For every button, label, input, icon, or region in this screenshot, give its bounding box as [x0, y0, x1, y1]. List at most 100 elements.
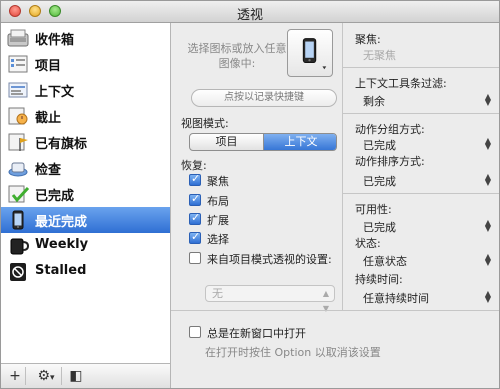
sidebar-item-stalled[interactable]: Stalled	[1, 259, 170, 285]
icon-hint: 选择图标或放入任意图像中:	[187, 42, 287, 70]
duration-label: 持续时间:	[355, 273, 403, 286]
checkbox-box[interactable]	[189, 172, 201, 186]
flag-icon	[8, 133, 28, 151]
sidebar-item-due[interactable]: 截止	[1, 103, 170, 129]
sidebar-item-projects[interactable]: 项目	[1, 51, 170, 77]
perspective-sidebar: 收件箱 项目 上下文 截止 已有旗标 检查 已完成 最近完成 Weekly St…	[1, 23, 171, 363]
context-filter-popup[interactable]: 剩余 ▲ ▼	[343, 91, 499, 109]
sidebar-item-label: 收件箱	[35, 33, 75, 48]
availability-label: 可用性:	[355, 203, 392, 216]
sidebar-toggle-button[interactable]: ◧	[67, 367, 85, 385]
updown-arrow-icon: ▲ ▼	[484, 252, 491, 267]
checkbox-label: 来自项目模式透视的设置:	[207, 253, 332, 266]
due-icon	[8, 107, 28, 125]
mug-icon	[10, 238, 29, 255]
view-mode-label: 视图模式:	[181, 117, 229, 130]
checkbox-box[interactable]	[189, 192, 201, 206]
sidebar-bottom-bar: + ⚙▾ ◧	[1, 363, 171, 388]
checkbox-box[interactable]	[189, 252, 201, 264]
restore-expansion-checkbox[interactable]: 扩展	[189, 211, 337, 228]
sidebar-item-label: 最近完成	[35, 215, 88, 230]
action-sort-label: 动作排序方式:	[355, 155, 425, 168]
checkbox-label: 总是在新窗口中打开	[207, 327, 306, 340]
restore-focus-checkbox[interactable]: 聚焦	[189, 172, 337, 189]
focus-label: 聚焦:	[355, 33, 381, 46]
window-options: 总是在新窗口中打开 在打开时按住 Option 以取消该设置	[171, 311, 499, 363]
project-mode-perspective-popup[interactable]: 无 ▲ ▼	[205, 285, 335, 313]
updown-arrow-icon: ▲ ▼	[484, 92, 491, 107]
sidebar-item-label: 已完成	[35, 189, 75, 204]
popup-value: 任意状态	[363, 255, 407, 268]
sidebar-item-recently-completed[interactable]: 最近完成	[1, 207, 170, 233]
popup-value: 任意持续时间	[363, 292, 429, 305]
icon-well[interactable]	[287, 29, 333, 77]
record-shortcut-button[interactable]: 点按以记录快捷键	[191, 89, 337, 107]
sidebar-item-completed[interactable]: 已完成	[1, 181, 170, 207]
phone-icon	[12, 210, 24, 230]
sidebar-item-inbox[interactable]: 收件箱	[1, 25, 170, 51]
title-bar: 透视	[1, 1, 499, 23]
action-group-popup[interactable]: 已完成 ▲ ▼	[343, 135, 499, 153]
restore-layout-checkbox[interactable]: 布局	[189, 192, 337, 209]
divider	[343, 193, 499, 194]
segment-projects[interactable]: 项目	[190, 134, 264, 150]
duration-popup[interactable]: 任意持续时间 ▲ ▼	[343, 288, 499, 306]
sidebar-item-label: Weekly	[35, 237, 89, 252]
popup-value: 无	[212, 287, 223, 300]
projects-icon	[8, 55, 28, 73]
updown-arrow-icon: ▲ ▼	[484, 218, 491, 233]
restore-selection-checkbox[interactable]: 选择	[189, 230, 337, 247]
status-label: 状态:	[355, 237, 381, 250]
chevron-down-icon: ▾	[50, 373, 55, 383]
popup-value: 已完成	[363, 139, 396, 152]
add-button[interactable]: +	[5, 367, 26, 385]
option-key-note: 在打开时按住 Option 以取消该设置	[205, 346, 381, 359]
sidebar-toggle-icon: ◧	[69, 368, 83, 384]
restore-label: 恢复:	[181, 159, 207, 172]
phone-icon	[302, 38, 327, 70]
updown-arrow-icon: ▲ ▼	[484, 289, 491, 304]
sidebar-item-label: 检查	[35, 163, 62, 178]
view-mode-segmented-control[interactable]: 项目 上下文	[189, 133, 337, 151]
open-in-new-window-checkbox[interactable]: 总是在新窗口中打开	[189, 325, 489, 341]
perspective-filters: 聚焦: 无聚焦 上下文工具条过滤: 剩余 ▲ ▼ 动作分组方式: 已完成 ▲ ▼ 动…	[343, 23, 499, 310]
sidebar-item-label: 项目	[35, 59, 62, 74]
divider	[343, 67, 499, 68]
popup-value: 剩余	[363, 95, 385, 108]
checkbox-box[interactable]	[189, 211, 201, 225]
restore-project-mode-checkbox[interactable]: 来自项目模式透视的设置:	[189, 251, 337, 267]
sidebar-item-flagged[interactable]: 已有旗标	[1, 129, 170, 155]
gear-icon: ⚙	[37, 368, 51, 384]
segment-contexts[interactable]: 上下文	[264, 134, 336, 150]
divider	[343, 113, 499, 114]
contexts-icon	[8, 82, 28, 98]
perspective-settings: 选择图标或放入任意图像中: 点按以记录快捷键 视图模式: 项目 上下文 恢复: …	[171, 23, 343, 313]
action-sort-popup[interactable]: 已完成 ▲ ▼	[343, 171, 499, 189]
popup-value: 已完成	[363, 221, 396, 234]
window-title: 透视	[236, 8, 263, 23]
completed-icon	[8, 185, 29, 203]
context-filter-label: 上下文工具条过滤:	[355, 77, 447, 90]
checkbox-box[interactable]	[189, 326, 201, 338]
inbox-icon	[7, 29, 29, 47]
review-icon	[8, 162, 28, 177]
sidebar-item-label: 已有旗标	[35, 137, 88, 152]
popup-value: 已完成	[363, 175, 396, 188]
stop-icon	[10, 263, 26, 281]
status-popup[interactable]: 任意状态 ▲ ▼	[343, 251, 499, 269]
sidebar-item-review[interactable]: 检查	[1, 155, 170, 181]
checkbox-label: 选择	[207, 233, 229, 246]
updown-arrow-icon: ▲ ▼	[484, 136, 491, 151]
checkbox-label: 聚焦	[207, 175, 229, 188]
sidebar-item-label: 截止	[35, 111, 62, 126]
sidebar-item-weekly[interactable]: Weekly	[1, 233, 170, 259]
checkbox-label: 扩展	[207, 214, 229, 227]
checkbox-box[interactable]	[189, 230, 201, 244]
checkbox-label: 布局	[207, 195, 229, 208]
sidebar-item-contexts[interactable]: 上下文	[1, 77, 170, 103]
sidebar-item-label: Stalled	[35, 263, 87, 278]
availability-popup[interactable]: 已完成 ▲ ▼	[343, 217, 499, 235]
sidebar-item-label: 上下文	[35, 85, 75, 100]
perspectives-window: 透视 收件箱 项目 上下文 截止 已有旗标 检查 已完成 最近完成 Weekly…	[0, 0, 500, 389]
gear-menu-button[interactable]: ⚙▾	[31, 367, 62, 385]
